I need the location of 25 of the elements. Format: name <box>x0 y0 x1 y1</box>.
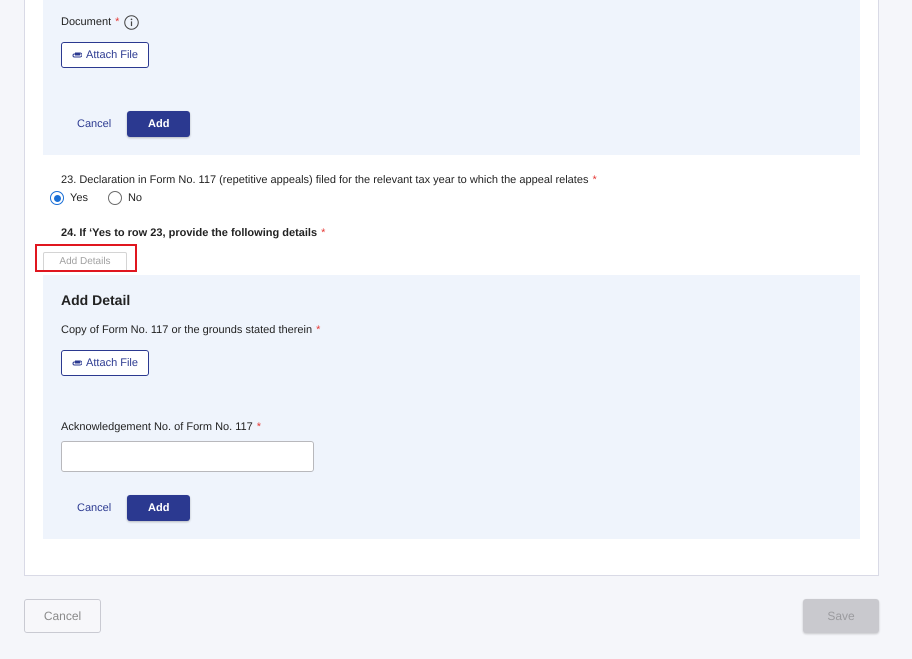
required-mark: * <box>592 173 597 188</box>
input-field[interactable] <box>61 441 314 472</box>
cancel-button[interactable]: Cancel <box>61 495 128 521</box>
attach-file-button[interactable]: Attach File <box>61 350 149 376</box>
radio-label: Yes <box>70 191 88 206</box>
required-mark: * <box>321 226 326 241</box>
field-label: 24. If ‘Yes to row 23, provide the following details <box>61 226 318 241</box>
field-label: Acknowledgement No. of Form No. 117 <box>61 420 253 435</box>
field-label: Copy of Form No. 117 or the grounds stated therein <box>61 323 312 338</box>
cancel-button[interactable]: Cancel <box>61 111 128 137</box>
add-button[interactable]: Add <box>127 495 190 521</box>
attach-file-button[interactable]: Attach File <box>61 42 149 68</box>
radio-button[interactable] <box>50 191 64 205</box>
required-mark: * <box>115 15 120 30</box>
add-button[interactable]: Add <box>127 111 190 137</box>
radio-label: No <box>128 191 142 206</box>
paperclip-icon <box>72 52 82 58</box>
info-icon[interactable] <box>124 14 140 30</box>
paperclip-icon <box>72 360 82 366</box>
field-label: Document <box>61 15 112 30</box>
required-mark: * <box>256 420 262 435</box>
required-mark: * <box>316 323 320 338</box>
field-label: 23. Declaration in Form No. 117 (repetitive appeals) filed for the relevant tax year to which the appeal relates <box>61 173 588 188</box>
panel-title: Add Detail <box>61 291 130 310</box>
radio-button[interactable] <box>108 191 122 205</box>
